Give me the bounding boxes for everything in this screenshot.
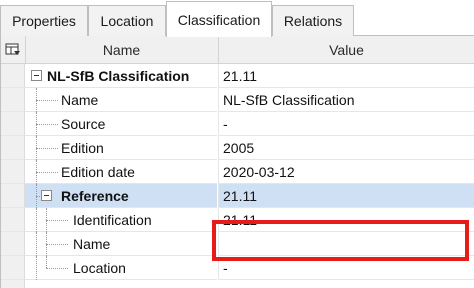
name-column-header[interactable]: Name [25,36,218,64]
table-row[interactable]: Edition date 2020-03-12 [1,160,474,184]
row-gutter [1,88,25,112]
tree-line [36,100,58,101]
tab-location[interactable]: Location [88,5,166,36]
collapse-icon[interactable] [41,190,52,201]
tree-line [36,172,58,173]
row-name: Identification [73,212,152,228]
value-cell[interactable]: 21.11 [218,184,474,208]
name-cell[interactable]: Reference [25,184,217,208]
row-gutter [1,136,25,160]
row-value: - [223,260,228,276]
name-cell[interactable]: Edition [25,136,217,160]
row-value: NL-SfB Classification [223,92,355,108]
row-gutter [1,112,25,136]
tree-line [46,220,68,221]
value-cell[interactable]: NL-SfB Classification [218,88,474,112]
row-gutter [1,232,25,256]
tree-line [36,256,37,280]
row-name: Edition [61,140,104,156]
row-gutter [1,208,25,232]
row-value: 2005 [223,140,255,156]
tab-classification[interactable]: Classification [166,1,272,37]
tree-line [46,256,47,268]
row-name: NL-SfB Classification [47,68,190,84]
name-cell[interactable]: Identification [25,208,217,232]
row-value: 21.11 [223,68,257,84]
name-cell[interactable]: Source [25,112,217,136]
row-name: Source [61,116,106,132]
tree-line [36,208,37,232]
table-row[interactable]: Edition 2005 [1,136,474,160]
table-row-group-classification[interactable]: NL-SfB Classification 21.11 [1,64,474,88]
row-gutter [1,64,25,88]
tab-relations[interactable]: Relations [272,5,354,36]
value-column-header[interactable]: Value [218,36,474,64]
value-cell[interactable]: 2020-03-12 [218,160,474,184]
name-cell[interactable]: NL-SfB Classification [25,64,217,88]
row-value: 2020-03-12 [223,164,295,180]
tree-line [46,244,68,245]
grid-header: Name Value [1,36,474,64]
tree-line [36,232,37,256]
table-row[interactable]: Name NL-SfB Classification [1,88,474,112]
name-cell[interactable]: Location [25,256,217,280]
name-cell[interactable]: Edition date [25,160,217,184]
name-cell[interactable]: Name [25,232,217,256]
tree-line [46,268,68,269]
row-name: Reference [61,188,129,204]
column-chooser-icon[interactable] [5,43,21,57]
row-value: - [223,116,228,132]
row-name: Name [61,92,99,108]
tab-bar: Properties Location Classification Relat… [0,0,474,37]
row-name: Edition date [61,164,135,180]
tab-properties[interactable]: Properties [0,5,88,36]
row-name: Location [73,260,126,276]
row-gutter [1,160,25,184]
value-cell[interactable]: 2005 [218,136,474,160]
table-row[interactable]: Source - [1,112,474,136]
row-name: Name [73,236,111,252]
table-row-group-reference[interactable]: Reference 21.11 [1,184,474,208]
row-gutter [1,184,25,208]
row-value: 21.11 [223,188,257,204]
name-cell[interactable]: Name [25,88,217,112]
tree-line [36,148,58,149]
collapse-icon[interactable] [31,70,42,81]
row-gutter [1,256,25,280]
value-cell[interactable]: 21.11 [218,64,474,88]
tree-line [36,124,58,125]
row-gutter [1,280,25,288]
highlight-box [212,220,469,261]
value-cell[interactable]: - [218,112,474,136]
